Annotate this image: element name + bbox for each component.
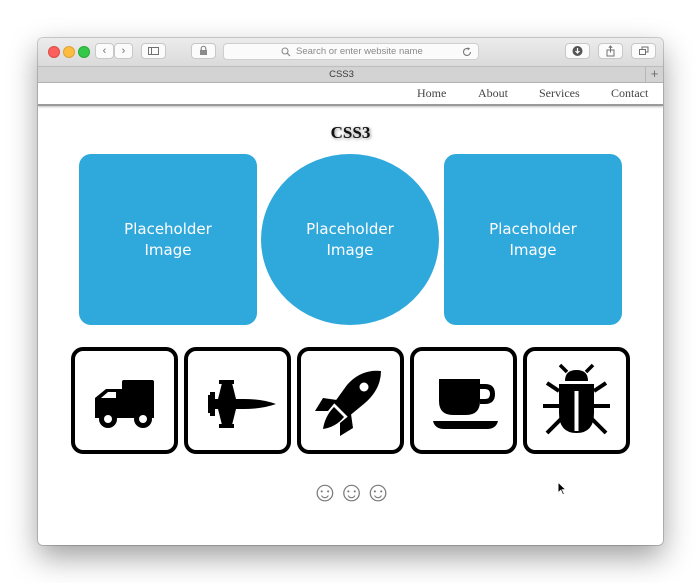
screen: ‹ › Search or enter website name CSS3 + … [0,0,700,583]
coffee-cup-icon [433,379,498,429]
downloads-button[interactable] [565,43,590,59]
coffee-cup-icon-box [410,347,517,454]
share-icon [606,45,615,57]
nav-link-home[interactable]: Home [417,86,446,100]
bug-icon [543,363,610,435]
nav-link-about[interactable]: About [478,86,508,100]
smiley-row: ☺☺☺ [310,476,393,507]
new-tab-button[interactable]: + [645,67,663,82]
tab-bar: CSS3 + [38,66,663,83]
truck-icon-box [71,347,178,454]
rocket-icon [315,370,381,436]
sidebar-button[interactable] [141,43,166,59]
site-navigation: Home About Services Contact [38,83,663,106]
browser-toolbar: ‹ › Search or enter website name [38,38,663,66]
browser-window: ‹ › Search or enter website name CSS3 + … [38,38,663,545]
back-button[interactable]: ‹ [95,43,114,59]
fighter-jet-icon-box [184,347,291,454]
lock-icon [200,45,207,55]
download-icon [572,46,583,56]
page-title: CSS3 [330,123,371,142]
mouse-cursor-icon [557,481,567,496]
placeholder-label: Placeholder Image [124,219,212,259]
privacy-button[interactable] [191,43,216,59]
address-placeholder: Search or enter website name [296,46,423,57]
placeholder-image-rounded: Placeholder Image [79,154,257,325]
forward-button[interactable]: › [114,43,133,59]
search-icon [281,47,291,57]
placeholder-image-circle: Placeholder Image [261,154,439,325]
rocket-icon-box [297,347,404,454]
nav-link-contact[interactable]: Contact [611,86,648,100]
truck-icon [95,380,154,428]
close-window-button[interactable] [48,46,60,58]
nav-link-services[interactable]: Services [539,86,580,100]
address-bar[interactable]: Search or enter website name [223,43,479,60]
web-page: Home About Services Contact CSS3 Placeho… [38,83,663,545]
show-tabs-button[interactable] [631,43,656,59]
fighter-jet-icon [208,380,276,428]
back-chevron-icon: ‹ [102,45,107,57]
sidebar-icon [148,47,159,55]
tab-css3[interactable]: CSS3 [38,68,645,81]
share-button[interactable] [598,43,623,59]
bug-icon-box [523,347,630,454]
placeholder-image-rounded-right: Placeholder Image [444,154,622,325]
tabs-overview-icon [639,46,649,55]
placeholder-label: Placeholder Image [489,219,577,259]
forward-chevron-icon: › [121,45,126,57]
placeholder-label: Placeholder Image [306,219,394,259]
reload-icon[interactable] [461,46,473,58]
zoom-window-button[interactable] [78,46,90,58]
minimize-window-button[interactable] [63,46,75,58]
